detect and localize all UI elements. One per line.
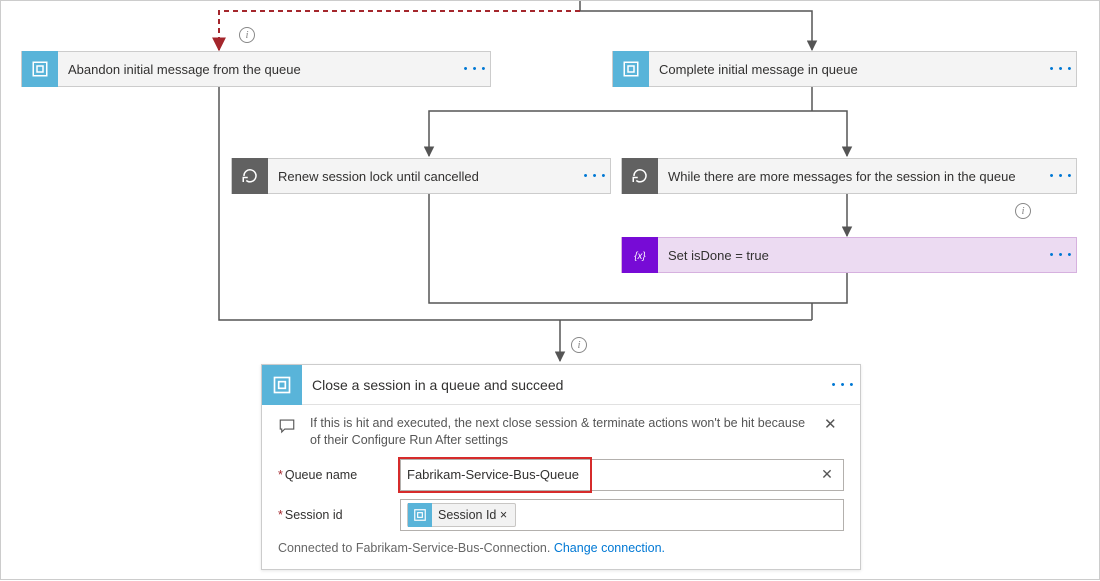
svg-text:{x}: {x} — [634, 251, 646, 262]
queue-name-input[interactable]: Fabrikam-Service-Bus-Queue ✕ — [400, 459, 844, 491]
comment-icon — [278, 415, 300, 438]
action-title: Complete initial message in queue — [649, 62, 1046, 77]
action-complete-message[interactable]: Complete initial message in queue • • • — [612, 51, 1077, 87]
panel-menu-button[interactable]: • • • — [826, 379, 860, 391]
action-renew-session-lock[interactable]: Renew session lock until cancelled • • • — [231, 158, 611, 194]
until-icon — [622, 158, 658, 194]
session-id-label: *Session id — [278, 508, 400, 522]
action-while-more-messages[interactable]: While there are more messages for the se… — [621, 158, 1077, 194]
service-bus-icon — [408, 503, 432, 527]
info-icon[interactable]: i — [571, 337, 587, 353]
action-title: While there are more messages for the se… — [658, 169, 1046, 184]
clear-queue-button[interactable]: ✕ — [817, 466, 837, 483]
session-id-token[interactable]: Session Id × — [407, 503, 516, 527]
info-icon[interactable]: i — [239, 27, 255, 43]
panel-title: Close a session in a queue and succeed — [302, 377, 826, 393]
token-label: Session Id × — [432, 508, 515, 522]
action-abandon-message[interactable]: Abandon initial message from the queue •… — [21, 51, 491, 87]
action-title: Abandon initial message from the queue — [58, 62, 460, 77]
panel-comment: If this is hit and executed, the next cl… — [278, 415, 844, 449]
action-menu-button[interactable]: • • • — [1046, 170, 1076, 182]
comment-text: If this is hit and executed, the next cl… — [310, 415, 814, 449]
comment-close-button[interactable]: ✕ — [824, 415, 844, 433]
action-title: Set isDone = true — [658, 248, 1046, 263]
action-menu-button[interactable]: • • • — [1046, 63, 1076, 75]
queue-name-value: Fabrikam-Service-Bus-Queue — [407, 467, 817, 482]
action-set-isdone[interactable]: {x} Set isDone = true • • • — [621, 237, 1077, 273]
info-icon[interactable]: i — [1015, 203, 1031, 219]
action-title: Renew session lock until cancelled — [268, 169, 580, 184]
queue-name-label: *Queue name — [278, 468, 400, 482]
action-menu-button[interactable]: • • • — [1046, 249, 1076, 261]
service-bus-icon — [22, 51, 58, 87]
connection-status: Connected to Fabrikam-Service-Bus-Connec… — [278, 541, 844, 555]
variable-icon: {x} — [622, 237, 658, 273]
action-close-session-panel: Close a session in a queue and succeed •… — [261, 364, 861, 570]
session-id-input[interactable]: Session Id × — [400, 499, 844, 531]
change-connection-link[interactable]: Change connection. — [554, 541, 665, 555]
service-bus-icon — [262, 365, 302, 405]
service-bus-icon — [613, 51, 649, 87]
panel-header[interactable]: Close a session in a queue and succeed •… — [262, 365, 860, 405]
action-menu-button[interactable]: • • • — [460, 63, 490, 75]
action-menu-button[interactable]: • • • — [580, 170, 610, 182]
until-icon — [232, 158, 268, 194]
